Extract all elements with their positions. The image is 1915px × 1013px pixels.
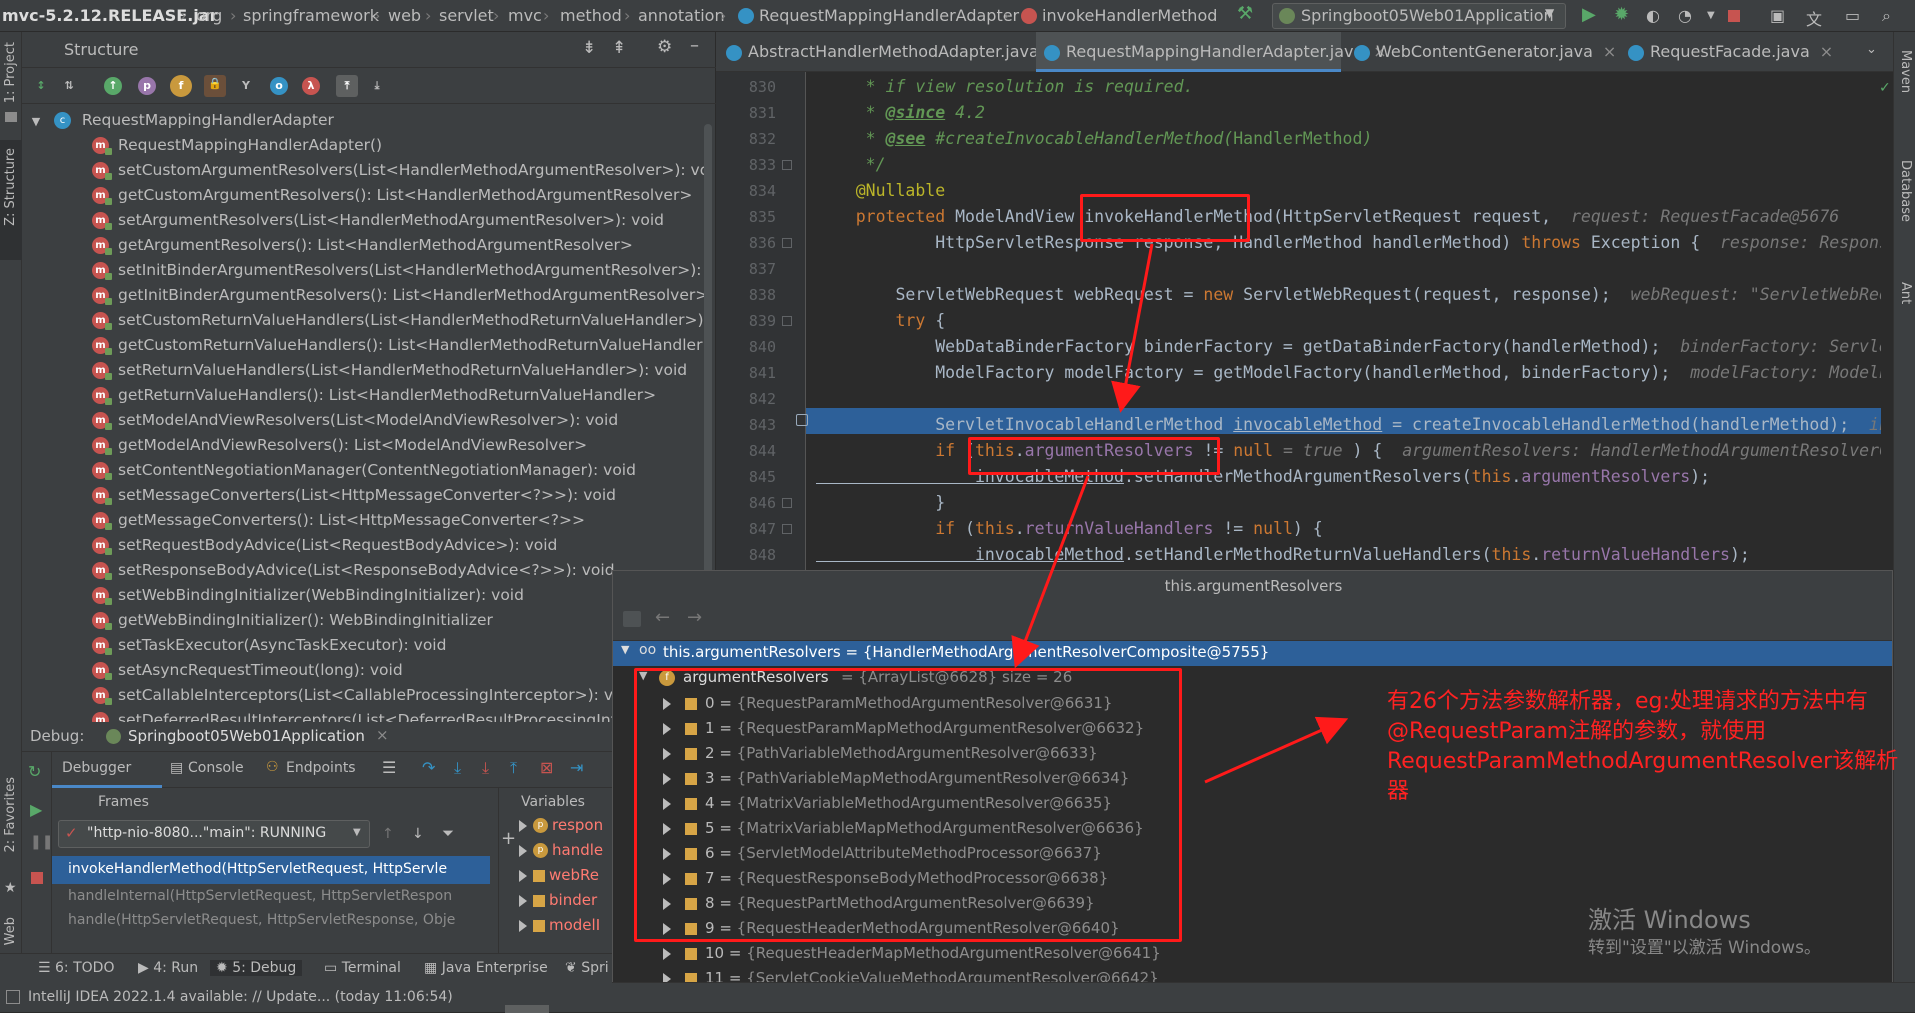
annotation-text: 有26个方法参数解析器，eg:处理请求的方法中有@RequestParam注解的…	[1387, 689, 1899, 804]
windows-activation-subtitle: 转到"设置"以激活 Windows。	[1588, 938, 1821, 958]
spring-icon: ❦	[565, 960, 582, 976]
status-message[interactable]: IntelliJ IDEA 2022.1.4 available: // Upd…	[28, 989, 453, 1005]
tool-window-bar: ☰ 6: TODO ▶ 4: Run ✹ 5: Debug ▭ Terminal…	[0, 953, 612, 983]
run-tab[interactable]: ▶ 4: Run	[138, 960, 198, 976]
spring-tab[interactable]: ❦ Spri	[565, 960, 609, 976]
arrow-to-annotation-text	[1204, 716, 1349, 784]
status-bar: ☰ 6: TODO ▶ 4: Run ✹ 5: Debug ▭ Terminal…	[0, 953, 1915, 1013]
windows-activation-title: 激活 Windows	[1588, 906, 1751, 934]
debug-tab[interactable]: ✹ 5: Debug	[210, 960, 303, 976]
annotation-arrows	[1011, 243, 1349, 784]
java-enterprise-tab[interactable]: ▦ Java Enterprise	[424, 960, 548, 976]
status-icon[interactable]	[6, 990, 20, 1004]
arrow-to-resolver-check	[1111, 243, 1154, 413]
terminal-tab[interactable]: ▭ Terminal	[324, 960, 401, 976]
enterprise-icon: ▦	[424, 960, 442, 976]
terminal-icon: ▭	[324, 960, 342, 976]
arrow-to-resolver-list	[1011, 475, 1090, 669]
run-icon: ▶	[138, 960, 154, 976]
todo-tab[interactable]: ☰ 6: TODO	[38, 960, 114, 976]
debug-bug-icon: ✹	[216, 960, 233, 976]
list-icon: ☰	[38, 960, 56, 976]
